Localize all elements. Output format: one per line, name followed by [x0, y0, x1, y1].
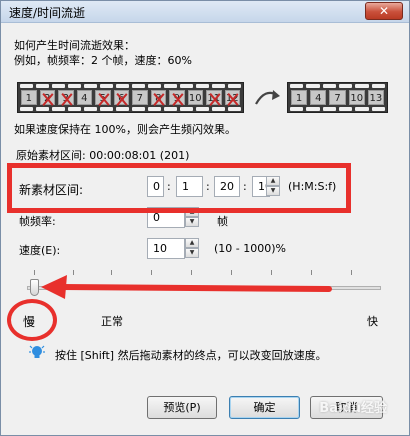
film-frame: 9: [169, 90, 185, 105]
film-frame: 6: [113, 90, 129, 105]
film-perforations-top: [290, 84, 385, 88]
film-strip-original: 1 2 3 4 5 6 7 8 9 10 11 12: [17, 82, 244, 113]
strobe-note: 如果速度保持在 100%，则会产生频闪效果。: [14, 123, 236, 136]
preview-button[interactable]: 预览(P): [147, 396, 217, 419]
speed-spinner[interactable]: ▲ ▼: [185, 238, 199, 259]
window-title: 速度/时间流逝: [9, 6, 86, 20]
film-perforations-bottom: [20, 107, 241, 111]
film-frame: 2: [39, 90, 55, 105]
film-frame: 1: [21, 90, 37, 105]
slider-tick: [351, 270, 352, 275]
film-frames-result: 1 4 7 10 13: [291, 90, 385, 105]
film-frame: 4: [76, 90, 92, 105]
film-frame: 1: [291, 90, 308, 105]
annotation-highlight-box: [7, 163, 351, 213]
intro-line-1: 如何产生时间流逝效果：: [14, 39, 135, 52]
speed-dialog: 速度/时间流逝 ✕ 如何产生时间流逝效果： 例如，帧频率：2 个帧，速度：60%…: [0, 0, 410, 436]
film-frame: 13: [367, 90, 385, 105]
lightbulb-icon: [29, 345, 45, 358]
speed-slider-thumb[interactable]: [30, 279, 39, 296]
intro-line-2: 例如，帧频率：2 个帧，速度：60%: [14, 54, 192, 67]
film-frame: 10: [187, 90, 203, 105]
film-frame: 8: [150, 90, 166, 105]
frame-rate-unit: 帧: [217, 215, 228, 228]
curved-arrow-icon: [255, 90, 280, 105]
film-frame: 7: [132, 90, 148, 105]
film-frames-original: 1 2 3 4 5 6 7 8 9 10 11 12: [21, 90, 240, 105]
film-frame: 12: [224, 90, 240, 105]
slider-tick: [34, 270, 35, 275]
speed-label: 速度(E):: [19, 244, 61, 257]
original-duration-text: 原始素材区间: 00:00:08:01 (201): [16, 149, 190, 162]
spin-down-icon[interactable]: ▼: [185, 248, 199, 258]
annotation-arrow-icon: [41, 275, 332, 299]
title-bar: 速度/时间流逝 ✕: [1, 1, 409, 23]
slider-normal-label: 正常: [101, 315, 123, 328]
shift-drag-hint: 按住 [Shift] 然后拖动素材的终点，可以改变回放速度。: [55, 349, 327, 362]
frame-rate-label: 帧频率:: [19, 215, 56, 228]
film-frame: 3: [58, 90, 74, 105]
film-frame: 10: [348, 90, 365, 105]
speed-input[interactable]: 10: [147, 238, 185, 259]
film-frame: 5: [95, 90, 111, 105]
watermark: Baidu经验: [319, 401, 387, 416]
film-frame: 11: [206, 90, 222, 105]
speed-range-hint: (10 - 1000)%: [214, 242, 286, 255]
film-frame: 7: [329, 90, 346, 105]
annotation-circle: [7, 299, 57, 341]
ok-button[interactable]: 确定: [229, 396, 300, 419]
film-frame: 4: [310, 90, 327, 105]
slider-fast-label: 快: [367, 315, 378, 328]
film-perforations-bottom: [290, 107, 385, 111]
spin-up-icon[interactable]: ▲: [185, 238, 199, 248]
film-strip-result: 1 4 7 10 13: [287, 82, 388, 113]
film-perforations-top: [20, 84, 241, 88]
spin-down-icon[interactable]: ▼: [185, 217, 199, 227]
close-button[interactable]: ✕: [365, 2, 403, 20]
